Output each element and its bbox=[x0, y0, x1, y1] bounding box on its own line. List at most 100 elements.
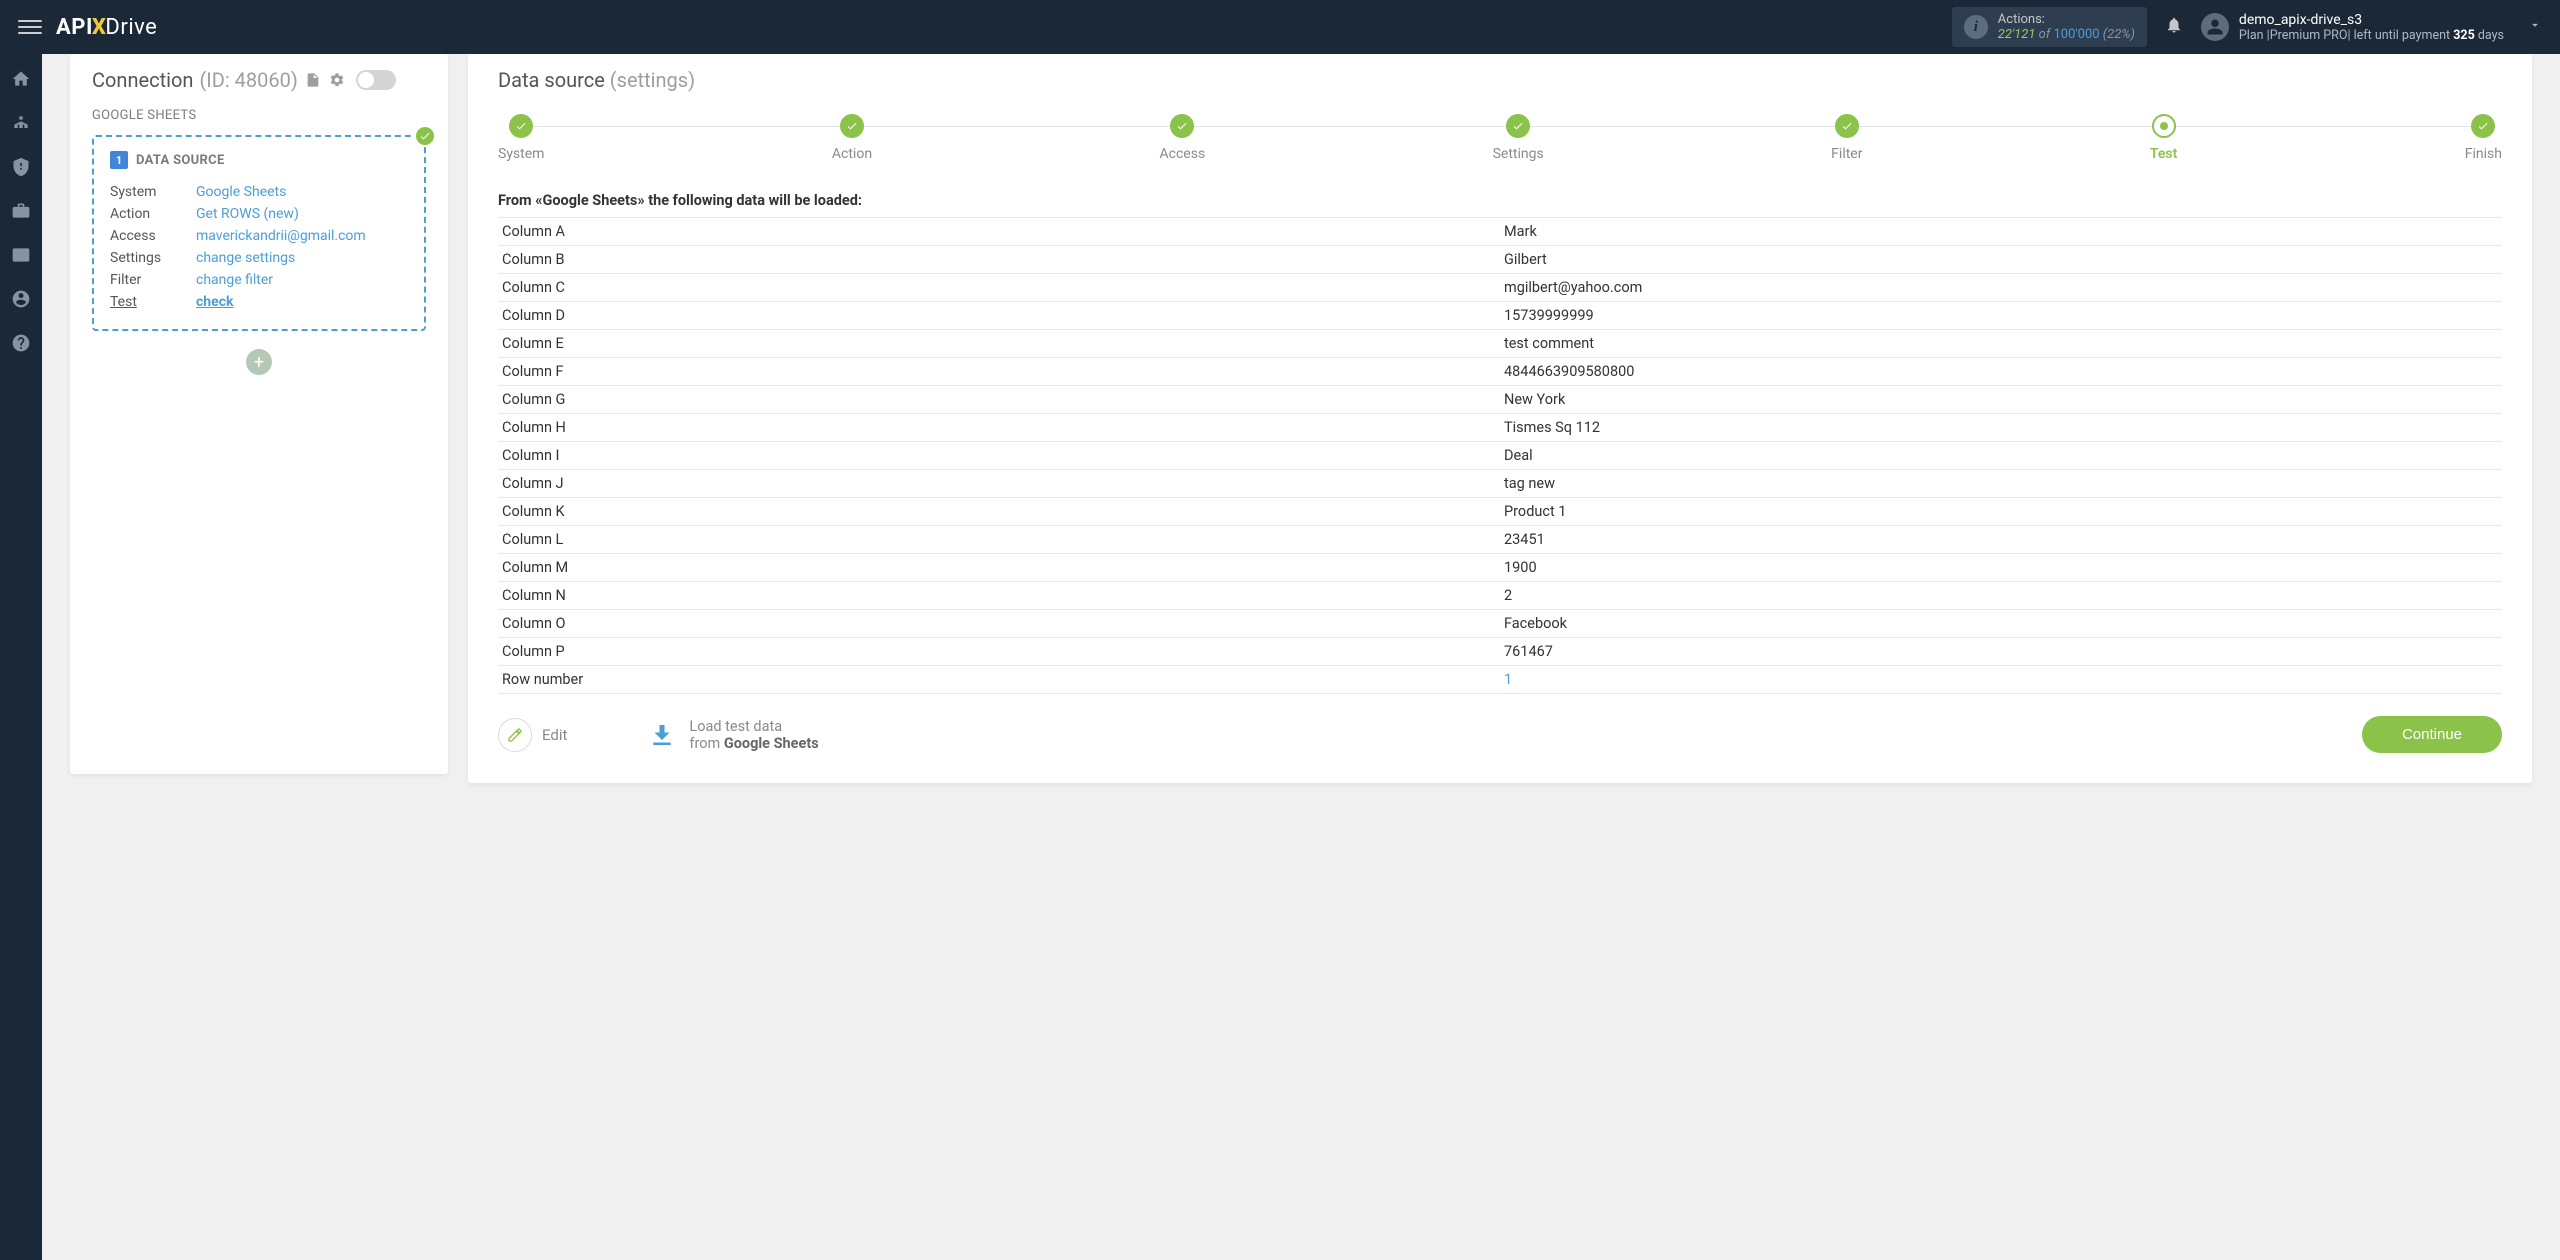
table-cell-value: 1900 bbox=[1500, 554, 2502, 582]
table-cell-key: Column D bbox=[498, 302, 1500, 330]
table-cell-value: 23451 bbox=[1500, 526, 2502, 554]
load-test-data-button[interactable]: Load test data from Google Sheets bbox=[647, 718, 818, 752]
step-access[interactable]: Access bbox=[1160, 114, 1206, 162]
panel-title: Data source (settings) bbox=[498, 68, 2502, 92]
document-icon[interactable] bbox=[304, 71, 322, 89]
table-cell-key: Column P bbox=[498, 638, 1500, 666]
connection-panel: Connection (ID: 48060) GOOGLE SHEETS 1 D… bbox=[70, 54, 448, 774]
avatar-icon bbox=[2201, 13, 2229, 41]
nav-briefcase-icon[interactable] bbox=[10, 200, 32, 222]
check-badge-icon bbox=[414, 125, 436, 147]
table-cell-key: Column J bbox=[498, 470, 1500, 498]
table-cell-value: Facebook bbox=[1500, 610, 2502, 638]
actions-of: of bbox=[2039, 27, 2051, 42]
table-cell-key: Column G bbox=[498, 386, 1500, 414]
data-preview-table: Column AMarkColumn BGilbertColumn Cmgilb… bbox=[498, 217, 2502, 694]
actions-pct: (22%) bbox=[2103, 27, 2135, 42]
svg-text:$: $ bbox=[17, 158, 25, 176]
pencil-icon bbox=[498, 718, 532, 752]
ds-system-link[interactable]: Google Sheets bbox=[196, 184, 286, 200]
table-cell-key: Column F bbox=[498, 358, 1500, 386]
table-cell-key: Column E bbox=[498, 330, 1500, 358]
step-filter[interactable]: Filter bbox=[1831, 114, 1862, 162]
side-nav: $ bbox=[0, 54, 42, 1260]
step-test[interactable]: Test bbox=[2150, 114, 2177, 162]
table-cell-value: 761467 bbox=[1500, 638, 2502, 666]
table-cell-value: 4844663909580800 bbox=[1500, 358, 2502, 386]
table-row: Column OFacebook bbox=[498, 610, 2502, 638]
continue-button[interactable]: Continue bbox=[2362, 716, 2502, 753]
table-row: Column IDeal bbox=[498, 442, 2502, 470]
settings-panel: Data source (settings) System Action Acc… bbox=[468, 54, 2532, 783]
ds-test-link[interactable]: check bbox=[196, 294, 233, 310]
actions-used: 22'121 bbox=[1998, 27, 2036, 42]
nav-account-icon[interactable] bbox=[10, 288, 32, 310]
step-settings[interactable]: Settings bbox=[1493, 114, 1544, 162]
data-source-card: 1 DATA SOURCE SystemGoogle Sheets Action… bbox=[92, 135, 426, 331]
table-cell-value: Tismes Sq 112 bbox=[1500, 414, 2502, 442]
logo[interactable]: APIXDrive bbox=[56, 15, 157, 40]
gear-icon[interactable] bbox=[328, 71, 346, 89]
table-cell-key: Column N bbox=[498, 582, 1500, 610]
step-system[interactable]: System bbox=[498, 114, 544, 162]
table-row: Column Cmgilbert@yahoo.com bbox=[498, 274, 2502, 302]
edit-button[interactable]: Edit bbox=[498, 718, 567, 752]
nav-billing-icon[interactable]: $ bbox=[10, 156, 32, 178]
table-cell-value: 2 bbox=[1500, 582, 2502, 610]
table-row: Row number1 bbox=[498, 666, 2502, 694]
data-source-number: 1 bbox=[110, 151, 128, 169]
table-cell-value: mgilbert@yahoo.com bbox=[1500, 274, 2502, 302]
step-action[interactable]: Action bbox=[832, 114, 872, 162]
table-cell-key: Column M bbox=[498, 554, 1500, 582]
table-row: Column KProduct 1 bbox=[498, 498, 2502, 526]
table-cell-value: Mark bbox=[1500, 218, 2502, 246]
table-row: Column GNew York bbox=[498, 386, 2502, 414]
connection-toggle[interactable] bbox=[356, 70, 396, 90]
table-row: Column BGilbert bbox=[498, 246, 2502, 274]
table-cell-key: Column A bbox=[498, 218, 1500, 246]
nav-connections-icon[interactable] bbox=[10, 112, 32, 134]
table-row: Column HTismes Sq 112 bbox=[498, 414, 2502, 442]
table-cell-key: Column K bbox=[498, 498, 1500, 526]
ds-settings-link[interactable]: change settings bbox=[196, 250, 295, 266]
actions-counter[interactable]: i Actions: 22'121 of 100'000 (22%) bbox=[1952, 7, 2147, 47]
table-row: Column D15739999999 bbox=[498, 302, 2502, 330]
ds-filter-link[interactable]: change filter bbox=[196, 272, 273, 288]
table-cell-value: Product 1 bbox=[1500, 498, 2502, 526]
ds-action-link[interactable]: Get ROWS (new) bbox=[196, 206, 299, 222]
table-cell-value: 15739999999 bbox=[1500, 302, 2502, 330]
table-row: Column Etest comment bbox=[498, 330, 2502, 358]
download-icon bbox=[647, 720, 677, 750]
table-cell-key: Column H bbox=[498, 414, 1500, 442]
actions-label: Actions: bbox=[1998, 12, 2135, 27]
nav-video-icon[interactable] bbox=[10, 244, 32, 266]
table-cell-value: tag new bbox=[1500, 470, 2502, 498]
step-finish[interactable]: Finish bbox=[2465, 114, 2502, 162]
table-row: Column P761467 bbox=[498, 638, 2502, 666]
table-cell-value: 1 bbox=[1500, 666, 2502, 694]
table-row: Column L23451 bbox=[498, 526, 2502, 554]
from-text: From «Google Sheets» the following data … bbox=[498, 192, 2502, 209]
plan-info: Plan |Premium PRO| left until payment 32… bbox=[2239, 28, 2504, 43]
table-cell-key: Column O bbox=[498, 610, 1500, 638]
info-icon: i bbox=[1964, 15, 1988, 39]
nav-home-icon[interactable] bbox=[10, 68, 32, 90]
table-cell-key: Row number bbox=[498, 666, 1500, 694]
notifications-icon[interactable] bbox=[2165, 16, 2183, 38]
nav-help-icon[interactable] bbox=[10, 332, 32, 354]
table-cell-value: Gilbert bbox=[1500, 246, 2502, 274]
table-cell-key: Column C bbox=[498, 274, 1500, 302]
table-row: Column Jtag new bbox=[498, 470, 2502, 498]
table-row: Column N2 bbox=[498, 582, 2502, 610]
hamburger-menu-button[interactable] bbox=[18, 15, 42, 39]
chevron-down-icon bbox=[2528, 18, 2542, 36]
table-cell-key: Column B bbox=[498, 246, 1500, 274]
app-header: APIXDrive i Actions: 22'121 of 100'000 (… bbox=[0, 0, 2560, 54]
connection-subtitle: GOOGLE SHEETS bbox=[92, 108, 426, 123]
table-cell-value: Deal bbox=[1500, 442, 2502, 470]
wizard-stepper: System Action Access Settings Filter Tes… bbox=[498, 114, 2502, 162]
ds-access-link[interactable]: maverickandrii@gmail.com bbox=[196, 228, 366, 244]
add-step-button[interactable]: + bbox=[246, 349, 272, 375]
table-cell-key: Column L bbox=[498, 526, 1500, 554]
user-menu[interactable]: demo_apix-drive_s3 Plan |Premium PRO| le… bbox=[2201, 12, 2542, 43]
